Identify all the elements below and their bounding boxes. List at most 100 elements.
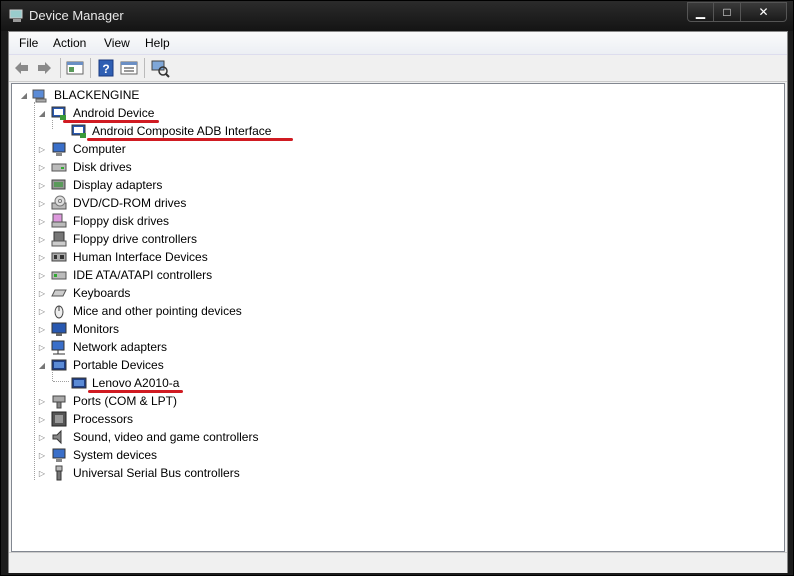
sound-icon: [52, 429, 62, 445]
collapse-arrow-icon[interactable]: ◢: [38, 110, 46, 118]
toolbar: ?: [9, 55, 787, 82]
minimize-button[interactable]: ▁: [687, 2, 714, 22]
category-portable-devices[interactable]: Portable Devices: [73, 358, 164, 372]
category-ports[interactable]: Ports (COM & LPT): [73, 394, 177, 408]
maximize-icon: □: [723, 5, 731, 19]
lenovo-phone-icon: [71, 377, 87, 389]
expand-arrow-icon[interactable]: ▷: [38, 398, 46, 406]
category-monitors[interactable]: Monitors: [73, 322, 119, 336]
category-dvd-drives[interactable]: DVD/CD-ROM drives: [73, 196, 186, 210]
category-android-device[interactable]: Android Device: [73, 106, 154, 120]
expand-arrow-icon[interactable]: ▷: [38, 470, 46, 478]
show-hide-tree-icon[interactable]: [65, 58, 85, 78]
forward-icon[interactable]: [34, 58, 54, 78]
toolbar-separator: [60, 58, 61, 78]
computer-root-icon: [32, 89, 47, 103]
device-manager-window: Device Manager ▁ □ ✕ File Action View He…: [0, 0, 794, 576]
device-manager-icon: [9, 9, 23, 22]
expand-arrow-icon[interactable]: ▷: [38, 434, 46, 442]
expand-arrow-icon[interactable]: ▷: [38, 218, 46, 226]
category-usb-controllers[interactable]: Universal Serial Bus controllers: [73, 466, 240, 480]
close-button[interactable]: ✕: [741, 2, 787, 22]
expand-arrow-icon[interactable]: ▷: [38, 416, 46, 424]
device-lenovo-a2010[interactable]: Lenovo A2010-a: [92, 376, 179, 390]
category-disk-drives[interactable]: Disk drives: [73, 160, 132, 174]
menu-view[interactable]: View: [104, 36, 130, 50]
mouse-icon: [54, 305, 64, 319]
category-system-devices[interactable]: System devices: [73, 448, 157, 462]
keyboard-icon: [51, 289, 67, 297]
svg-text:?: ?: [102, 62, 109, 76]
expand-arrow-icon[interactable]: ▷: [38, 164, 46, 172]
display-adapter-icon: [51, 179, 66, 190]
hid-icon: [51, 252, 67, 262]
processor-icon: [51, 411, 67, 427]
expand-arrow-icon[interactable]: ▷: [38, 290, 46, 298]
help-icon[interactable]: ?: [96, 58, 116, 78]
expand-arrow-icon[interactable]: ▷: [38, 200, 46, 208]
portable-device-icon: [51, 359, 67, 371]
system-device-icon: [52, 448, 66, 462]
tree-root-label[interactable]: BLACKENGINE: [54, 88, 139, 102]
toolbar-separator: [144, 58, 145, 78]
floppy-controller-icon: [51, 231, 67, 247]
expand-arrow-icon[interactable]: ▷: [38, 308, 46, 316]
properties-icon[interactable]: [119, 58, 139, 78]
usb-icon: [55, 465, 63, 481]
dvd-drive-icon: [51, 195, 67, 210]
category-sound-video-game[interactable]: Sound, video and game controllers: [73, 430, 258, 444]
client-area: File Action View Help ? ◢ BLACKENGINE ◢ …: [8, 31, 788, 573]
close-icon: ✕: [758, 5, 769, 19]
expand-arrow-icon[interactable]: ▷: [38, 236, 46, 244]
status-bar: [9, 552, 787, 573]
expand-arrow-icon[interactable]: ▷: [38, 326, 46, 334]
device-android-composite-adb[interactable]: Android Composite ADB Interface: [92, 124, 271, 138]
android-device-icon: [51, 106, 66, 120]
window-controls: ▁ □ ✕: [687, 2, 787, 22]
tree-guide-line: [34, 102, 36, 480]
category-keyboards[interactable]: Keyboards: [73, 286, 130, 300]
category-network-adapters[interactable]: Network adapters: [73, 340, 167, 354]
minimize-icon: ▁: [695, 5, 706, 19]
red-underline-annotation: [88, 390, 183, 393]
scan-hardware-icon[interactable]: [150, 58, 170, 78]
port-icon: [52, 395, 66, 409]
category-floppy-disk-drives[interactable]: Floppy disk drives: [73, 214, 169, 228]
category-ide-controllers[interactable]: IDE ATA/ATAPI controllers: [73, 268, 212, 282]
collapse-arrow-icon[interactable]: ◢: [38, 362, 46, 370]
expand-arrow-icon[interactable]: ▷: [38, 272, 46, 280]
network-adapter-icon: [51, 340, 65, 355]
menu-help[interactable]: Help: [145, 36, 170, 50]
ide-controller-icon: [51, 271, 67, 280]
tree-guide-line: [52, 372, 54, 381]
maximize-button[interactable]: □: [714, 2, 741, 22]
category-mice[interactable]: Mice and other pointing devices: [73, 304, 242, 318]
expand-arrow-icon[interactable]: ▷: [38, 146, 46, 154]
device-tree[interactable]: ◢ BLACKENGINE ◢ Android Device Android C…: [11, 83, 785, 552]
monitor-icon: [51, 322, 67, 336]
title-bar[interactable]: Device Manager ▁ □ ✕: [1, 1, 793, 31]
floppy-disk-icon: [51, 213, 67, 228]
expand-arrow-icon[interactable]: ▷: [38, 452, 46, 460]
category-human-interface-devices[interactable]: Human Interface Devices: [73, 250, 208, 264]
collapse-arrow-icon[interactable]: ◢: [20, 92, 28, 100]
disk-drive-icon: [51, 163, 67, 172]
menu-bar: File Action View Help: [9, 32, 787, 55]
category-display-adapters[interactable]: Display adapters: [73, 178, 162, 192]
menu-file[interactable]: File: [19, 36, 38, 50]
expand-arrow-icon[interactable]: ▷: [38, 254, 46, 262]
category-floppy-drive-controllers[interactable]: Floppy drive controllers: [73, 232, 197, 246]
category-processors[interactable]: Processors: [73, 412, 133, 426]
adb-interface-icon: [71, 124, 86, 138]
back-icon[interactable]: [12, 58, 32, 78]
tree-guide-line: [52, 120, 54, 129]
red-underline-annotation: [87, 138, 293, 141]
toolbar-separator: [90, 58, 91, 78]
window-title: Device Manager: [29, 8, 124, 23]
expand-arrow-icon[interactable]: ▷: [38, 182, 46, 190]
category-computer[interactable]: Computer: [73, 142, 126, 156]
expand-arrow-icon[interactable]: ▷: [38, 344, 46, 352]
computer-icon: [52, 142, 66, 156]
tree-guide-line: [53, 381, 69, 383]
menu-action[interactable]: Action: [53, 36, 86, 50]
